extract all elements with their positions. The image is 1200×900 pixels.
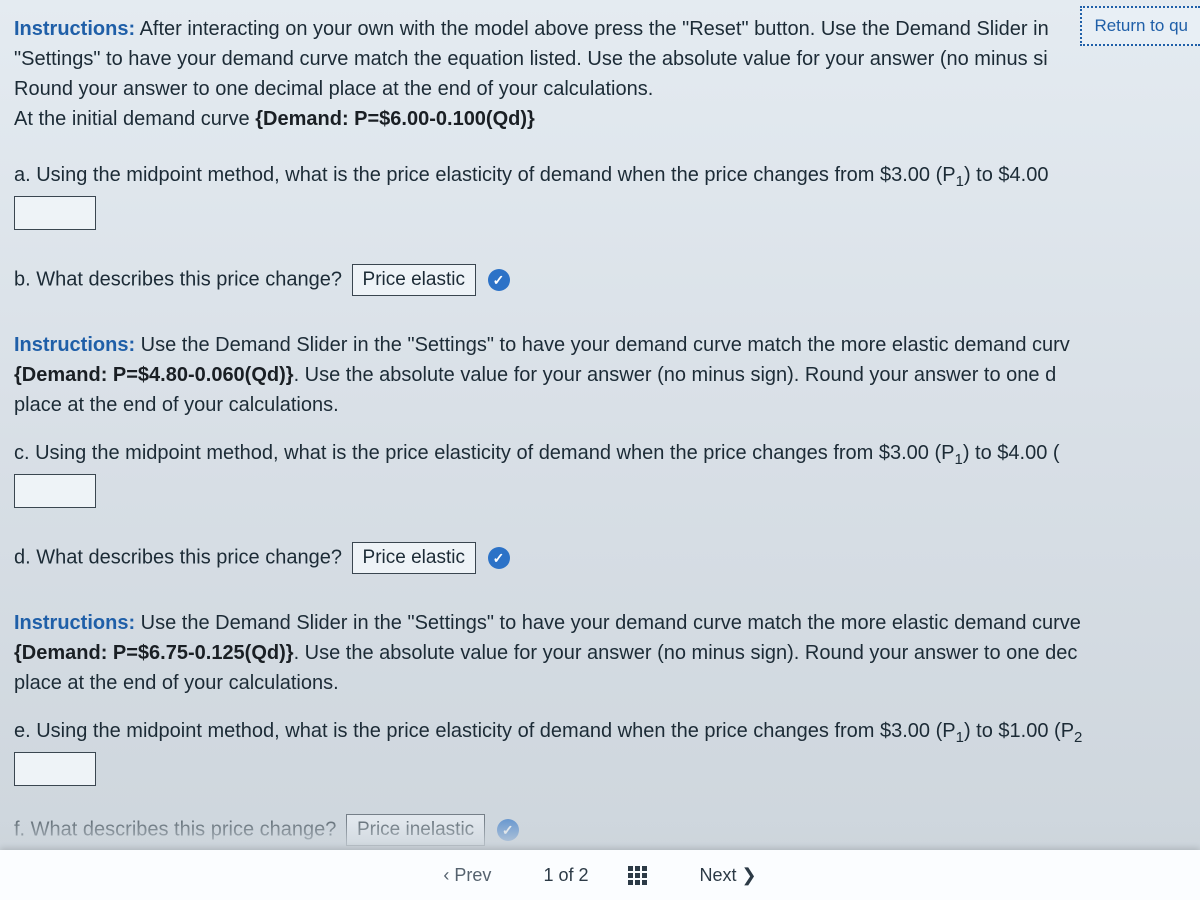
instructions-3: Instructions: Use the Demand Slider in t… xyxy=(14,608,1200,638)
instr3-line2: {Demand: P=$6.75-0.125(Qd)}. Use the abs… xyxy=(14,638,1200,668)
instr3-line1: Use the Demand Slider in the "Settings" … xyxy=(135,612,1081,634)
instructions-1: Instructions: After interacting on your … xyxy=(14,14,1200,44)
instr2-line2: {Demand: P=$4.80-0.060(Qd)}. Use the abs… xyxy=(14,360,1200,390)
question-d: d. What describes this price change? Pri… xyxy=(14,542,1200,574)
qe-sub2: 2 xyxy=(1074,729,1082,746)
prev-label: Prev xyxy=(454,865,491,885)
check-icon: ✓ xyxy=(488,547,510,569)
qd-text: d. What describes this price change? xyxy=(14,546,342,568)
next-button[interactable]: Next ❯ xyxy=(687,859,768,892)
grid-icon[interactable] xyxy=(628,866,647,885)
instructions-2: Instructions: Use the Demand Slider in t… xyxy=(14,330,1200,360)
instructions-label-3: Instructions: xyxy=(14,612,135,634)
qa-text: a. Using the midpoint method, what is th… xyxy=(14,164,956,186)
demand-equation-1: {Demand: P=$6.00-0.100(Qd)} xyxy=(255,108,535,130)
prev-button[interactable]: ‹ Prev xyxy=(431,859,503,892)
instr1-line2: "Settings" to have your demand curve mat… xyxy=(14,44,1200,74)
return-button[interactable]: Return to qu xyxy=(1080,6,1200,46)
qc-sub: 1 xyxy=(955,451,963,468)
instr2-line1: Use the Demand Slider in the "Settings" … xyxy=(135,334,1070,356)
qe-text: e. Using the midpoint method, what is th… xyxy=(14,720,956,742)
qf-text: f. What describes this price change? xyxy=(14,818,336,840)
question-c: c. Using the midpoint method, what is th… xyxy=(14,442,1200,468)
demand-equation-3: {Demand: P=$6.75-0.125(Qd)} xyxy=(14,642,294,664)
instr1-line4: At the initial demand curve {Demand: P=$… xyxy=(14,104,1200,134)
answer-select-b[interactable]: Price elastic xyxy=(352,264,476,296)
qe-suffix: ) to $1.00 (P xyxy=(964,720,1074,742)
qa-sub: 1 xyxy=(956,173,964,190)
instr2-after-eq: . Use the absolute value for your answer… xyxy=(294,364,1057,386)
question-f: f. What describes this price change? Pri… xyxy=(14,814,1200,846)
page-count: 1 of 2 xyxy=(543,865,588,886)
question-e: e. Using the midpoint method, what is th… xyxy=(14,720,1200,746)
answer-select-f[interactable]: Price inelastic xyxy=(346,814,485,846)
instr1-line3: Round your answer to one decimal place a… xyxy=(14,74,1200,104)
instr3-after-eq: . Use the absolute value for your answer… xyxy=(294,642,1078,664)
question-a: a. Using the midpoint method, what is th… xyxy=(14,164,1200,190)
instr3-line3: place at the end of your calculations. xyxy=(14,668,1200,698)
instr1-line4-pre: At the initial demand curve xyxy=(14,108,255,130)
answer-input-c[interactable] xyxy=(14,474,96,508)
instructions-label: Instructions: xyxy=(14,18,135,40)
qa-suffix: ) to $4.00 xyxy=(964,164,1049,186)
answer-input-a[interactable] xyxy=(14,196,96,230)
answer-input-e[interactable] xyxy=(14,752,96,786)
demand-equation-2: {Demand: P=$4.80-0.060(Qd)} xyxy=(14,364,294,386)
instructions-label-2: Instructions: xyxy=(14,334,135,356)
instr2-line3: place at the end of your calculations. xyxy=(14,390,1200,420)
question-b: b. What describes this price change? Pri… xyxy=(14,264,1200,296)
qc-text: c. Using the midpoint method, what is th… xyxy=(14,442,955,464)
check-icon: ✓ xyxy=(488,269,510,291)
nav-bar: ‹ Prev 1 of 2 Next ❯ xyxy=(0,850,1200,900)
qe-sub: 1 xyxy=(956,729,964,746)
question-frame: Return to qu Instructions: After interac… xyxy=(0,0,1200,900)
instr1-line1: After interacting on your own with the m… xyxy=(135,18,1049,40)
answer-select-d[interactable]: Price elastic xyxy=(352,542,476,574)
check-icon: ✓ xyxy=(497,819,519,841)
qb-text: b. What describes this price change? xyxy=(14,268,342,290)
qc-suffix: ) to $4.00 ( xyxy=(963,442,1060,464)
